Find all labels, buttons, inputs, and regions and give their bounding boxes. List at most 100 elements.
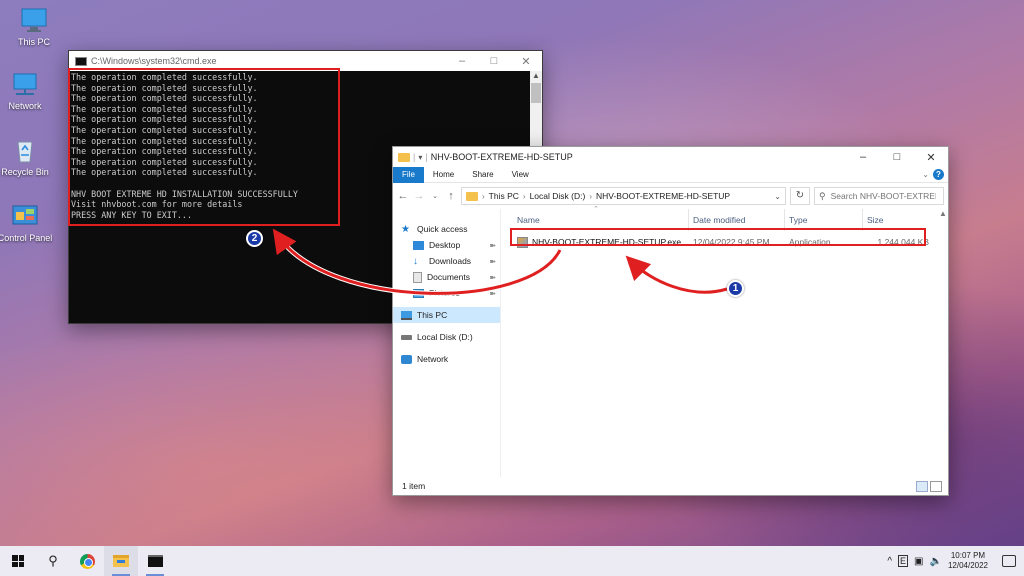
chevron-down-icon[interactable]: ⌄: [774, 192, 781, 201]
details-view-icon[interactable]: [916, 481, 928, 492]
desktop-icon-recycle-bin[interactable]: Recycle Bin: [0, 138, 55, 177]
ribbon-tabs: File Home Share View ⌄ ?: [393, 166, 948, 183]
nav-item-label: Documents: [427, 272, 470, 282]
desktop-icon-label: Control Panel: [0, 233, 53, 243]
pin-icon: ➽: [489, 240, 496, 250]
nav-item-label: This PC: [417, 310, 448, 320]
star-icon: ★: [401, 223, 410, 235]
taskbar-chrome[interactable]: [70, 546, 104, 576]
nav-item-downloads[interactable]: ↓ Downloads ➽: [393, 253, 500, 269]
nav-item-label: Downloads: [429, 256, 472, 266]
scroll-up-icon[interactable]: ▲: [938, 209, 948, 218]
address-bar[interactable]: › This PC › Local Disk (D:) › NHV-BOOT-E…: [461, 187, 786, 205]
nav-item-label: Network: [417, 354, 449, 364]
chevron-right-icon[interactable]: ›: [523, 192, 526, 201]
desktop-icon-label: Recycle Bin: [1, 167, 49, 177]
recycle-bin-icon: [10, 138, 40, 164]
help-icon[interactable]: ?: [933, 169, 944, 180]
clock-date: 12/04/2022: [947, 561, 988, 570]
quick-access-dropdown-icon[interactable]: ▾: [418, 153, 422, 162]
network-tray-icon[interactable]: ▣: [914, 556, 923, 567]
navigation-pane: ★ Quick access Desktop ➽ ↓ Downloads ➽ D…: [393, 209, 501, 477]
chevron-right-icon[interactable]: ›: [482, 192, 485, 201]
file-list[interactable]: ⌃ Name Date modified Type Size NHV-BOOT-…: [501, 206, 948, 477]
breadcrumb-this-pc[interactable]: This PC: [489, 191, 519, 201]
nav-item-pictures[interactable]: Pictures ➽: [393, 285, 500, 301]
cmd-app-icon: [75, 56, 87, 66]
close-icon[interactable]: ✕: [914, 151, 948, 164]
breadcrumb-folder[interactable]: NHV-BOOT-EXTREME-HD-SETUP: [596, 191, 730, 201]
title-separator: |: [425, 152, 428, 162]
maximize-icon[interactable]: □: [880, 151, 914, 164]
start-button[interactable]: [0, 546, 36, 576]
step-badge-2: 2: [246, 230, 263, 247]
forward-arrow-icon[interactable]: →: [413, 190, 425, 202]
refresh-icon[interactable]: ↻: [790, 187, 810, 205]
tray-overflow-chevron-icon[interactable]: ^: [887, 556, 892, 567]
address-row: ← → ⌄ ↑ › This PC › Local Disk (D:) › NH…: [393, 183, 948, 209]
documents-icon: [413, 271, 422, 283]
step-badge-1: 1: [727, 280, 744, 297]
minimize-icon[interactable]: –: [846, 151, 880, 164]
volume-icon[interactable]: 🔈: [930, 556, 942, 567]
nav-item-label: Local Disk (D:): [417, 332, 473, 342]
network-icon: [10, 72, 40, 98]
taskbar-cmd[interactable]: [138, 546, 172, 576]
taskbar-search-button[interactable]: ⚲: [36, 546, 70, 576]
nav-item-local-disk[interactable]: Local Disk (D:): [393, 329, 500, 345]
explorer-title-bar[interactable]: | ▾ | NHV-BOOT-EXTREME-HD-SETUP – □ ✕: [393, 147, 948, 167]
desktop-icon-control-panel[interactable]: Control Panel: [0, 204, 55, 243]
search-icon: ⚲: [819, 190, 826, 201]
maximize-icon[interactable]: □: [478, 55, 510, 68]
scroll-up-icon[interactable]: ▲: [530, 71, 542, 83]
breadcrumb-local-disk[interactable]: Local Disk (D:): [530, 191, 586, 201]
desktop-icon-network[interactable]: Network: [0, 72, 55, 111]
download-icon: ↓: [413, 255, 418, 267]
desktop-icon-this-pc[interactable]: This PC: [4, 8, 64, 47]
nav-item-desktop[interactable]: Desktop ➽: [393, 237, 500, 253]
folder-icon: [466, 191, 478, 201]
clock[interactable]: 10:07 PM 12/04/2022: [948, 551, 988, 571]
close-icon[interactable]: ✕: [510, 55, 542, 68]
windows-logo-icon: [12, 555, 24, 567]
pin-icon: ➽: [489, 288, 496, 298]
sort-indicator-icon: ⌃: [593, 206, 599, 213]
search-input[interactable]: [830, 191, 936, 201]
explorer-scrollbar[interactable]: ▲: [938, 209, 948, 477]
status-bar: 1 item: [393, 477, 948, 495]
cmd-window-title: C:\Windows\system32\cmd.exe: [91, 56, 217, 66]
nav-item-network[interactable]: Network: [393, 351, 500, 367]
chrome-icon: [79, 553, 95, 569]
nav-item-documents[interactable]: Documents ➽: [393, 269, 500, 285]
this-pc-icon: [19, 8, 49, 34]
this-pc-icon: [401, 310, 412, 320]
taskbar: ⚲ ^ E ▣ 🔈 10:07 PM 12/04/2022: [0, 546, 1024, 576]
nav-item-quick-access[interactable]: ★ Quick access: [393, 221, 500, 237]
scroll-thumb[interactable]: [531, 83, 541, 103]
ime-indicator-icon[interactable]: E: [898, 555, 909, 567]
tab-file[interactable]: File: [393, 166, 424, 183]
network-icon: [401, 354, 412, 364]
up-arrow-icon[interactable]: ↑: [445, 190, 457, 202]
desktop-icon-label: This PC: [17, 37, 50, 47]
tab-share[interactable]: Share: [463, 170, 502, 179]
file-row-highlight: [510, 228, 926, 246]
large-icons-view-icon[interactable]: [930, 481, 942, 492]
taskbar-file-explorer[interactable]: [104, 546, 138, 576]
tab-view[interactable]: View: [503, 170, 538, 179]
tab-home[interactable]: Home: [424, 170, 463, 179]
control-panel-icon: [10, 204, 40, 230]
title-separator: |: [413, 152, 416, 162]
notifications-icon[interactable]: [1002, 555, 1016, 567]
desktop-icon-label: Network: [8, 101, 42, 111]
minimize-icon[interactable]: –: [446, 55, 478, 68]
explorer-window[interactable]: | ▾ | NHV-BOOT-EXTREME-HD-SETUP – □ ✕ Fi…: [392, 146, 949, 496]
recent-locations-icon[interactable]: ⌄: [429, 192, 441, 200]
ribbon-expand-icon[interactable]: ⌄: [922, 170, 929, 179]
nav-item-this-pc[interactable]: This PC: [393, 307, 500, 323]
nav-item-label: Desktop: [429, 240, 461, 250]
search-box[interactable]: ⚲: [814, 187, 944, 205]
nav-item-label: Quick access: [417, 224, 468, 234]
back-arrow-icon[interactable]: ←: [397, 190, 409, 202]
chevron-right-icon[interactable]: ›: [589, 192, 592, 201]
